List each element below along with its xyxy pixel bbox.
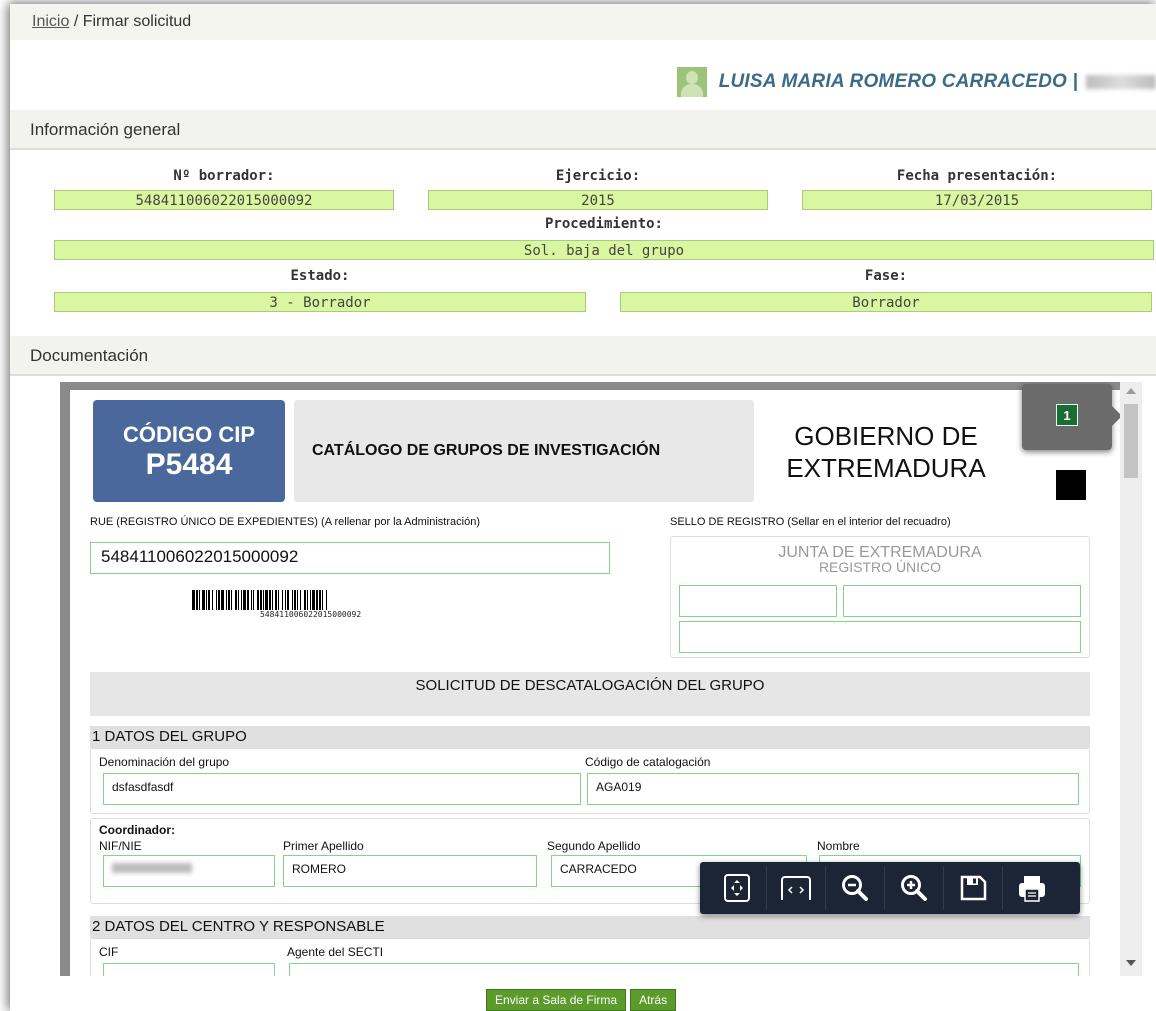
send-to-signature-button[interactable]: Enviar a Sala de Firma (486, 989, 627, 1011)
rue-label: RUE (REGISTRO ÚNICO DE EXPEDIENTES) (A r… (90, 516, 480, 528)
junta-text: JUNTA DE EXTREMADURA (778, 544, 982, 561)
zoom-out-icon (842, 875, 868, 901)
cif-label: CIF (99, 945, 119, 959)
section1-box: Denominación del grupo dsfasdfasdf Códig… (90, 748, 1090, 814)
redacted-user-id (1086, 75, 1156, 89)
nif-field (103, 855, 275, 887)
estado-label: Estado: (290, 268, 350, 284)
cip-title: CÓDIGO CIP (122, 422, 255, 447)
coordinador-label: Coordinador: (99, 823, 175, 837)
nombre-label: Nombre (817, 839, 860, 853)
black-square (1056, 470, 1086, 500)
sello-cell-2 (843, 585, 1081, 617)
avatar (676, 67, 707, 97)
fit-width-icon (781, 876, 811, 900)
section1-title: 1 DATOS DEL GRUPO (90, 726, 1090, 748)
print-button[interactable] (1003, 866, 1061, 910)
breadcrumb-home-link[interactable]: Inicio (32, 13, 69, 30)
section-header-docs: Documentación (10, 336, 1156, 376)
sello-label: SELLO DE REGISTRO (Sellar en el interior… (670, 516, 951, 528)
ejercicio-label: Ejercicio: (555, 168, 641, 184)
gobierno-logo: GOBIERNO DE EXTREMADURA (786, 420, 986, 484)
save-icon (960, 875, 987, 901)
fit-page-icon (724, 874, 750, 902)
page-indicator: 1 (1022, 384, 1122, 450)
barcode (192, 590, 327, 610)
action-buttons: Enviar a Sala de Firma Atrás (486, 989, 677, 1011)
gobierno-line1: GOBIERNO DE (794, 421, 978, 451)
rue-field: 548411006022015000092 (90, 542, 610, 574)
codigo-field: AGA019 (587, 773, 1079, 805)
apellido2-label: Segundo Apellido (547, 839, 641, 853)
section2-box: CIF Agente del SECTI (90, 938, 1090, 976)
cip-code: P5484 (145, 448, 233, 481)
section2-title: 2 DATOS DEL CENTRO Y RESPONSABLE (90, 916, 1090, 938)
fecha-field: 17/03/2015 (802, 190, 1152, 210)
ejercicio-field: 2015 (428, 190, 768, 210)
agente-label: Agente del SECTI (287, 945, 384, 959)
catalog-title: CATÁLOGO DE GRUPOS DE INVESTIGACIÓN (294, 400, 754, 502)
apellido1-label: Primer Apellido (283, 839, 364, 853)
viewer-scrollbar[interactable] (1120, 382, 1142, 976)
cip-box: CÓDIGO CIP P5484 (93, 400, 285, 502)
procedimiento-label: Procedimiento: (544, 216, 663, 232)
estado-field: 3 - Borrador (54, 292, 586, 312)
save-button[interactable] (944, 866, 1003, 910)
zoom-in-icon (901, 875, 927, 901)
barcode-text: 548411006022015000092 (260, 610, 362, 619)
page-number: 1 (1056, 404, 1078, 426)
sello-cell-3 (679, 621, 1081, 653)
breadcrumb-current: Firmar solicitud (82, 13, 192, 30)
back-button[interactable]: Atrás (630, 989, 677, 1011)
zoom-out-button[interactable] (826, 866, 885, 910)
sello-box: JUNTA DE EXTREMADURA REGISTRO ÚNICO (670, 536, 1090, 658)
procedimiento-field: Sol. baja del grupo (54, 240, 1154, 260)
fase-label: Fase: (864, 268, 908, 284)
fase-field: Borrador (620, 292, 1152, 312)
denominacion-label: Denominación del grupo (99, 755, 230, 769)
sello-cell-1 (679, 585, 837, 617)
registro-text: REGISTRO ÚNICO (818, 559, 942, 575)
scroll-down-icon[interactable] (1126, 960, 1136, 966)
scroll-thumb[interactable] (1124, 404, 1138, 478)
document-viewer[interactable]: CÓDIGO CIP P5484 CATÁLOGO DE GRUPOS DE I… (60, 382, 1142, 976)
user-info: LUISA MARIA ROMERO CARRACEDO | (676, 64, 1156, 100)
zoom-in-button[interactable] (885, 866, 944, 910)
section-header-general: Información general (10, 110, 1156, 150)
nif-label: NIF/NIE (99, 839, 142, 853)
scroll-up-icon[interactable] (1126, 388, 1136, 394)
cif-field (103, 963, 275, 976)
print-icon (1019, 876, 1045, 902)
fit-width-button[interactable] (767, 866, 826, 910)
breadcrumb-separator: / (73, 13, 79, 30)
viewer-toolbar (700, 862, 1080, 914)
borrador-field: 548411006022015000092 (54, 190, 394, 210)
borrador-label: Nº borrador: (173, 168, 275, 184)
apellido1-field: ROMERO (283, 855, 537, 887)
codigo-label: Código de catalogación (585, 755, 711, 769)
user-name: LUISA MARIA ROMERO CARRACEDO | (718, 71, 1078, 92)
agente-field (289, 963, 1079, 976)
redacted-nif (112, 863, 192, 873)
gobierno-line2: EXTREMADURA (786, 453, 986, 483)
fecha-label: Fecha presentación: (896, 168, 1058, 184)
app-frame: Inicio / Firmar solicitud LUISA MARIA RO… (10, 4, 1156, 1011)
fit-page-button[interactable] (708, 866, 767, 910)
denominacion-field: dsfasdfasdf (103, 773, 581, 805)
breadcrumb: Inicio / Firmar solicitud (10, 4, 1156, 40)
solicitud-title: SOLICITUD DE DESCATALOGACIÓN DEL GRUPO (90, 672, 1090, 716)
